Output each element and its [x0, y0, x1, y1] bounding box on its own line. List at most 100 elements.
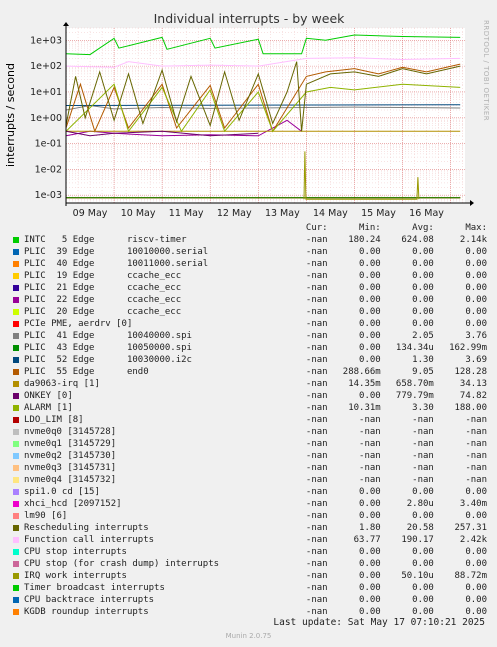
- legend-swatch: [12, 558, 24, 570]
- legend-min: 63.77: [353, 535, 381, 545]
- legend-name: PLIC 43 Edge 10050000.spi: [24, 343, 192, 353]
- legend-min: 0.00: [359, 559, 381, 569]
- legend-swatch: [12, 426, 24, 438]
- legend-name: Timer broadcast interrupts: [24, 583, 165, 593]
- legend-header: Cur: Min: Avg: Max:: [12, 222, 487, 234]
- legend-color-swatch: [13, 344, 19, 351]
- legend-name: IRQ work interrupts: [24, 571, 127, 581]
- legend-cur: -nan: [305, 499, 328, 509]
- legend-swatch: [12, 234, 24, 246]
- legend-name: CPU stop interrupts: [24, 547, 127, 557]
- legend-swatch: [12, 282, 24, 294]
- legend-min: 0.00: [359, 511, 381, 521]
- legend-name: nvme0q4 [3145732]: [24, 475, 117, 485]
- legend-cur: -nan: [305, 571, 328, 581]
- legend-name: xhci_hcd [2097152]: [24, 499, 122, 509]
- legend-name: PLIC 41 Edge 10040000.spi: [24, 331, 192, 341]
- legend-row: nvme0q4 [3145732] -nan -nan -nan -nan: [12, 474, 487, 486]
- legend-avg: 0.00: [412, 547, 434, 557]
- legend-avg: 0.00: [412, 247, 434, 257]
- legend-color-swatch: [13, 596, 19, 603]
- legend-row: PCIe PME, aerdrv [0] -nan 0.00 0.00 0.00: [12, 318, 487, 330]
- legend-color-swatch: [13, 560, 19, 567]
- legend-swatch: [12, 498, 24, 510]
- legend-max: 2.14k: [459, 235, 487, 245]
- legend-row: nvme0q0 [3145728] -nan -nan -nan -nan: [12, 426, 487, 438]
- legend-name: INTC 5 Edge riscv-timer: [24, 235, 187, 245]
- legend-name: PCIe PME, aerdrv [0]: [24, 319, 133, 329]
- legend-cur: -nan: [305, 463, 328, 473]
- legend-avg: 0.00: [412, 583, 434, 593]
- legend-max: 0.00: [465, 559, 487, 569]
- legend-max: -nan: [465, 451, 487, 461]
- legend-min: 0.00: [359, 331, 381, 341]
- legend-color-swatch: [13, 476, 19, 483]
- legend-cur: -nan: [305, 247, 328, 257]
- legend-avg: 0.00: [412, 307, 434, 317]
- legend-name: PLIC 39 Edge 10010000.serial: [24, 247, 209, 257]
- legend-avg: -nan: [412, 463, 434, 473]
- legend-swatch: [12, 390, 24, 402]
- legend-color-swatch: [13, 392, 19, 399]
- legend-color-swatch: [13, 536, 19, 543]
- legend-color-swatch: [13, 272, 19, 279]
- legend-avg: 0.00: [412, 511, 434, 521]
- legend-avg: -nan: [412, 415, 434, 425]
- legend-swatch: [12, 402, 24, 414]
- legend-cur: -nan: [305, 283, 328, 293]
- legend-avg: 0.00: [412, 295, 434, 305]
- legend-row: nvme0q1 [3145729] -nan -nan -nan -nan: [12, 438, 487, 450]
- header-cur: Cur:: [305, 223, 328, 233]
- legend-min: -nan: [359, 475, 381, 485]
- legend-avg: 9.05: [412, 367, 434, 377]
- y-axis-arrow: [63, 22, 69, 26]
- legend-row: ONKEY [0] -nan 0.00 779.79m 74.82: [12, 390, 487, 402]
- legend-row: PLIC 52 Edge 10030000.i2c -nan 0.00 1.30 3.6…: [12, 354, 487, 366]
- legend-swatch: [12, 534, 24, 546]
- x-tick-label: 13 May: [265, 208, 300, 219]
- header-min: Min:: [359, 223, 381, 233]
- munin-version: Munin 2.0.75: [225, 632, 272, 640]
- legend-color-swatch: [13, 368, 19, 375]
- legend-max: 0.00: [465, 307, 487, 317]
- x-tick-label: 09 May: [73, 208, 108, 219]
- legend-avg: 0.00: [412, 259, 434, 269]
- legend-avg: 624.08: [401, 235, 434, 245]
- legend-row: da9063-irq [1] -nan 14.35m 658.70m 34.13: [12, 378, 487, 390]
- legend-color-swatch: [13, 320, 19, 327]
- legend-min: 0.00: [359, 547, 381, 557]
- legend-cur: -nan: [305, 307, 328, 317]
- legend-avg: 190.17: [401, 535, 434, 545]
- legend-name: PLIC 55 Edge end0: [24, 367, 149, 377]
- legend-swatch: [12, 582, 24, 594]
- legend-color-swatch: [13, 248, 19, 255]
- legend-min: 0.00: [359, 343, 381, 353]
- legend-row: PLIC 22 Edge ccache_ecc -nan 0.00 0.00 0.00: [12, 294, 487, 306]
- y-tick-label: 1e+03: [30, 35, 62, 46]
- legend-min: 10.31m: [348, 403, 381, 413]
- legend-avg: 1.30: [412, 355, 434, 365]
- legend-max: 128.28: [454, 367, 487, 377]
- legend-min: 0.00: [359, 295, 381, 305]
- legend-cur: -nan: [305, 439, 328, 449]
- legend-swatch: [12, 378, 24, 390]
- y-tick-label: 1e-01: [35, 139, 62, 150]
- legend-max: -nan: [465, 415, 487, 425]
- legend-color-swatch: [13, 380, 19, 387]
- legend-max: 34.13: [459, 379, 487, 389]
- legend-name: PLIC 21 Edge ccache_ecc: [24, 283, 182, 293]
- legend-name: nvme0q3 [3145731]: [24, 463, 117, 473]
- legend-cur: -nan: [305, 523, 328, 533]
- legend-row: CPU stop interrupts -nan 0.00 0.00 0.00: [12, 546, 487, 558]
- x-axis-arrow: [470, 200, 474, 206]
- legend-swatch: [12, 450, 24, 462]
- legend-avg: -nan: [412, 451, 434, 461]
- legend-max: -nan: [465, 475, 487, 485]
- legend-row: PLIC 20 Edge ccache_ecc -nan 0.00 0.00 0.00: [12, 306, 487, 318]
- legend-cur: -nan: [305, 535, 328, 545]
- last-update: Last update: Sat May 17 07:10:21 2025: [273, 617, 485, 628]
- legend-name: nvme0q2 [3145730]: [24, 451, 117, 461]
- header-max: Max:: [465, 223, 487, 233]
- legend-max: 0.00: [465, 511, 487, 521]
- legend-min: 0.00: [359, 271, 381, 281]
